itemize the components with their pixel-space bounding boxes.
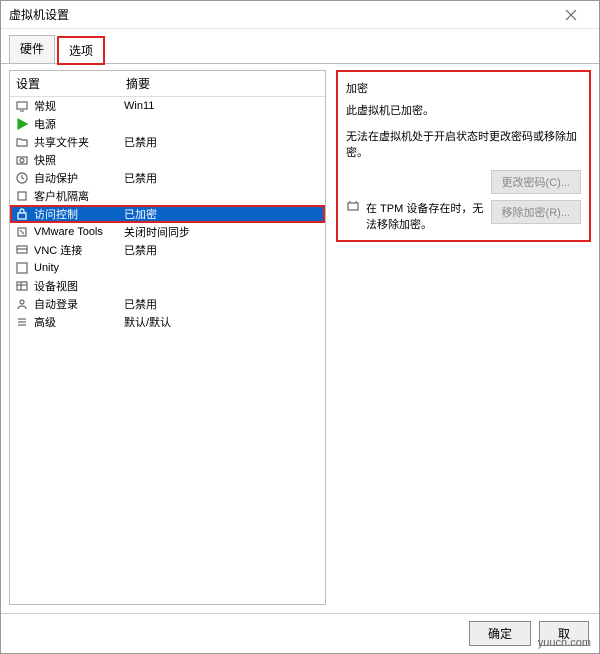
encryption-note: 无法在虚拟机处于开启状态时更改密码或移除加密。 bbox=[346, 128, 581, 160]
list-body: 常规Win11电源共享文件夹已禁用快照自动保护已禁用客户机隔离访问控制已加密VM… bbox=[10, 97, 325, 604]
item-summary: 已加密 bbox=[124, 206, 321, 222]
item-summary: Win11 bbox=[124, 100, 321, 112]
window-title: 虚拟机设置 bbox=[9, 6, 69, 23]
list-item[interactable]: 访问控制已加密 bbox=[10, 205, 325, 223]
item-summary: 关闭时间同步 bbox=[124, 224, 321, 240]
list-item[interactable]: VMware Tools关闭时间同步 bbox=[10, 223, 325, 241]
list-item[interactable]: 设备视图 bbox=[10, 277, 325, 295]
item-name: 客户机隔离 bbox=[34, 188, 124, 204]
plugin-icon bbox=[14, 189, 30, 203]
list-item[interactable]: 电源 bbox=[10, 115, 325, 133]
item-summary: 已禁用 bbox=[124, 296, 321, 312]
list-item[interactable]: Unity bbox=[10, 259, 325, 277]
login-icon bbox=[14, 297, 30, 311]
list-item[interactable]: 高级默认/默认 bbox=[10, 313, 325, 331]
list-item[interactable]: 自动登录已禁用 bbox=[10, 295, 325, 313]
content-area: 设置 摘要 常规Win11电源共享文件夹已禁用快照自动保护已禁用客户机隔离访问控… bbox=[1, 63, 599, 613]
list-item[interactable]: 快照 bbox=[10, 151, 325, 169]
view-icon bbox=[14, 279, 30, 293]
tab-hardware[interactable]: 硬件 bbox=[9, 35, 55, 64]
list-header: 设置 摘要 bbox=[10, 71, 325, 97]
settings-window: 虚拟机设置 硬件 选项 设置 摘要 常规Win11电源共享文件夹已禁用快照自动保… bbox=[0, 0, 600, 654]
close-button[interactable] bbox=[551, 1, 591, 29]
close-icon bbox=[565, 9, 577, 21]
detail-panel: 加密 此虚拟机已加密。 无法在虚拟机处于开启状态时更改密码或移除加密。 更改密码… bbox=[336, 70, 591, 605]
item-name: 设备视图 bbox=[34, 278, 124, 294]
dialog-footer: 确定 取 bbox=[1, 613, 599, 653]
item-name: 快照 bbox=[34, 152, 124, 168]
item-name: 共享文件夹 bbox=[34, 134, 124, 150]
list-item[interactable]: 常规Win11 bbox=[10, 97, 325, 115]
list-item[interactable]: 共享文件夹已禁用 bbox=[10, 133, 325, 151]
vnc-icon bbox=[14, 243, 30, 257]
encryption-section: 加密 此虚拟机已加密。 无法在虚拟机处于开启状态时更改密码或移除加密。 更改密码… bbox=[336, 70, 591, 242]
item-name: Unity bbox=[34, 262, 124, 274]
tab-options[interactable]: 选项 bbox=[57, 36, 105, 65]
monitor-icon bbox=[14, 99, 30, 113]
item-name: 访问控制 bbox=[34, 206, 124, 222]
lock-icon bbox=[14, 207, 30, 221]
item-name: VMware Tools bbox=[34, 226, 124, 238]
item-summary: 已禁用 bbox=[124, 134, 321, 150]
clock-icon bbox=[14, 171, 30, 185]
header-name: 设置 bbox=[10, 71, 120, 96]
item-name: 电源 bbox=[34, 116, 124, 132]
section-title: 加密 bbox=[346, 80, 581, 96]
tpm-note: 在 TPM 设备存在时，无法移除加密。 bbox=[366, 200, 485, 232]
tools-icon bbox=[14, 225, 30, 239]
item-summary: 已禁用 bbox=[124, 242, 321, 258]
ok-button[interactable]: 确定 bbox=[469, 621, 531, 646]
settings-list-panel: 设置 摘要 常规Win11电源共享文件夹已禁用快照自动保护已禁用客户机隔离访问控… bbox=[9, 70, 326, 605]
unity-icon bbox=[14, 261, 30, 275]
item-summary: 默认/默认 bbox=[124, 314, 321, 330]
change-password-button: 更改密码(C)... bbox=[491, 170, 581, 194]
tab-bar: 硬件 选项 bbox=[1, 29, 599, 64]
remove-encryption-button: 移除加密(R)... bbox=[491, 200, 581, 224]
item-name: VNC 连接 bbox=[34, 242, 124, 258]
folder-icon bbox=[14, 135, 30, 149]
list-item[interactable]: VNC 连接已禁用 bbox=[10, 241, 325, 259]
item-summary: 已禁用 bbox=[124, 170, 321, 186]
list-item[interactable]: 自动保护已禁用 bbox=[10, 169, 325, 187]
titlebar: 虚拟机设置 bbox=[1, 1, 599, 29]
item-name: 常规 bbox=[34, 98, 124, 114]
watermark: yuucn.com bbox=[538, 637, 591, 649]
advanced-icon bbox=[14, 315, 30, 329]
header-summary: 摘要 bbox=[120, 71, 325, 96]
tpm-icon bbox=[346, 200, 360, 212]
encryption-status: 此虚拟机已加密。 bbox=[346, 102, 581, 118]
list-item[interactable]: 客户机隔离 bbox=[10, 187, 325, 205]
item-name: 高级 bbox=[34, 314, 124, 330]
camera-icon bbox=[14, 153, 30, 167]
play-icon bbox=[14, 117, 30, 131]
item-name: 自动登录 bbox=[34, 296, 124, 312]
item-name: 自动保护 bbox=[34, 170, 124, 186]
